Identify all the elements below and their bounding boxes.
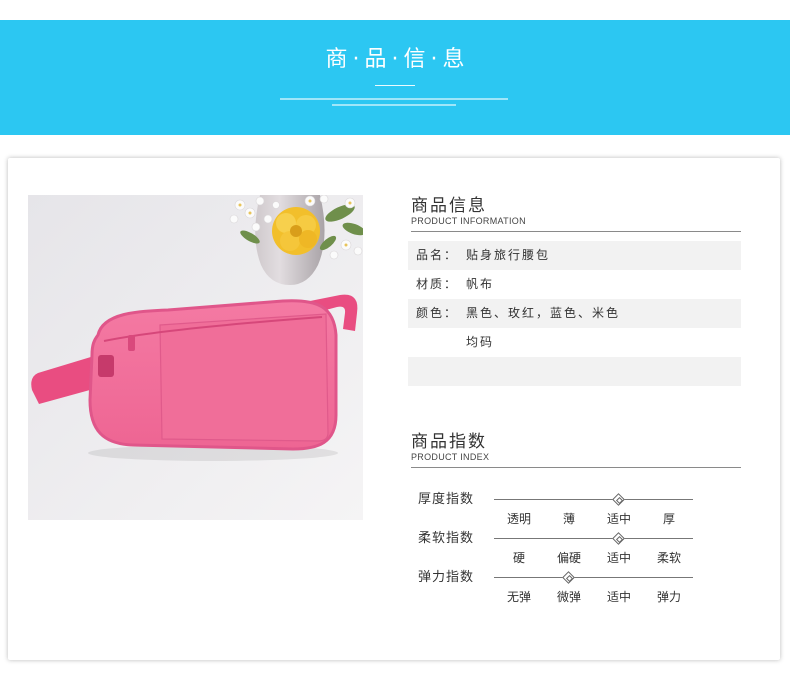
zipper-pull: [128, 335, 135, 351]
strap-buckle: [98, 355, 114, 377]
index-option: 薄: [562, 512, 575, 526]
index-row-label: 弹力指数: [418, 570, 475, 585]
index-marker-diamond-icon: [612, 532, 625, 545]
banner-divider: [375, 85, 415, 86]
product-photo-graphic: [28, 195, 363, 520]
info-row-value: 贴身旅行腰包: [466, 248, 551, 262]
index-options: 透明 薄 适中 厚: [494, 510, 694, 528]
index-heading: 商品指数: [411, 432, 487, 452]
index-marker-diamond-icon: [612, 493, 625, 506]
info-heading: 商品信息: [411, 196, 487, 216]
index-option: 无弹: [506, 590, 531, 604]
index-option: 硬: [512, 551, 525, 565]
index-scale: [494, 490, 693, 510]
info-row-value: 黑色、玫红，蓝色、米色: [466, 306, 621, 320]
info-table: 品名： 贴身旅行腰包 材质： 帆布 颜色： 黑色、玫红，蓝色、米色 均码: [408, 241, 741, 386]
info-subheading: PRODUCT INFORMATION: [411, 216, 526, 226]
index-option: 适中: [606, 590, 631, 604]
banner-title: 商·品·信·息: [325, 47, 470, 72]
banner-fine-print-line: [332, 104, 456, 106]
info-row: 品名： 贴身旅行腰包: [408, 241, 741, 270]
index-option: 弹力: [656, 590, 681, 604]
index-option: 厚: [662, 512, 675, 526]
index-scale: [494, 568, 693, 588]
index-scale: [494, 529, 693, 549]
info-row-label: 颜色：: [416, 306, 459, 320]
index-option: 微弹: [556, 590, 581, 604]
product-photo: [28, 195, 363, 520]
index-scale-line: [494, 577, 693, 578]
index-row-elasticity: 弹力指数 无弹 微弹 适中 弹力: [408, 568, 708, 607]
index-option: 适中: [606, 551, 631, 565]
index-option: 透明: [506, 512, 531, 526]
info-divider: [411, 231, 741, 232]
index-row-thickness: 厚度指数 透明 薄 适中 厚: [408, 490, 708, 529]
info-row-value: 均码: [466, 335, 495, 349]
info-row: 材质： 帆布: [408, 270, 741, 299]
info-row: 颜色： 黑色、玫红，蓝色、米色: [408, 299, 741, 328]
index-scale-line: [494, 538, 693, 539]
index-option: 柔软: [656, 551, 681, 565]
info-row: [408, 357, 741, 386]
bag-front-pocket: [159, 313, 329, 442]
index-options: 硬 偏硬 适中 柔软: [494, 549, 694, 567]
index-option: 适中: [606, 512, 631, 526]
index-row-label: 柔软指数: [418, 531, 475, 546]
index-row-softness: 柔软指数 硬 偏硬 适中 柔软: [408, 529, 708, 568]
info-row-label: 材质：: [416, 277, 459, 291]
index-marker-diamond-icon: [562, 571, 575, 584]
index-scale-line: [494, 499, 693, 500]
index-options: 无弹 微弹 适中 弹力: [494, 588, 694, 606]
header-banner: 商·品·信·息: [0, 20, 790, 135]
info-row-value: 帆布: [466, 277, 495, 291]
index-divider: [411, 467, 741, 468]
info-row-label: 品名：: [416, 248, 459, 262]
info-row: 均码: [408, 328, 741, 357]
yellow-flower: [272, 207, 320, 255]
index-row-label: 厚度指数: [418, 492, 475, 507]
index-option: 偏硬: [556, 551, 581, 565]
index-subheading: PRODUCT INDEX: [411, 452, 490, 462]
banner-fine-print-line: [280, 98, 508, 100]
